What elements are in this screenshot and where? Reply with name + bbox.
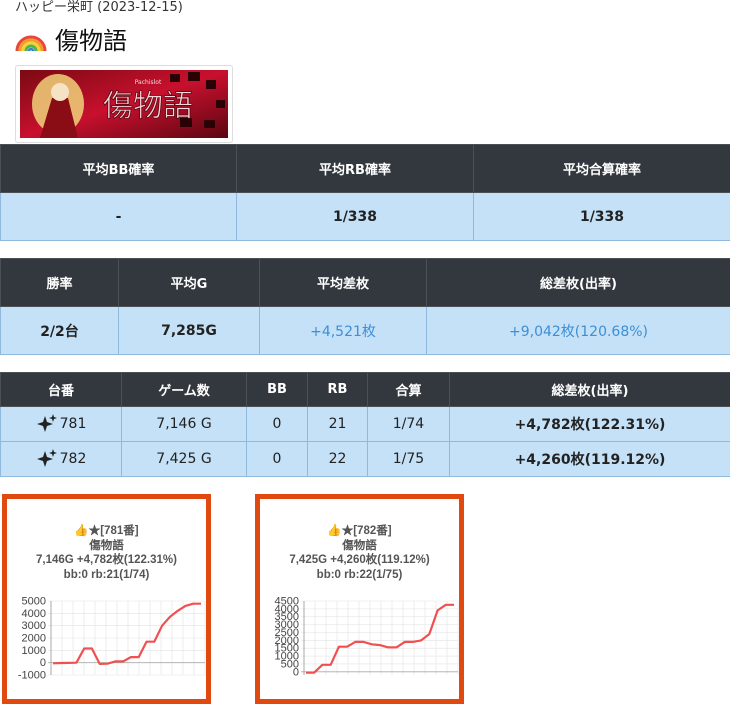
header-avg-bb: 平均BB確率 xyxy=(0,144,237,193)
header-machine-diff: 総差枚(出率) xyxy=(449,372,730,407)
bb-cell: 0 xyxy=(246,406,308,442)
games-cell: 7,146 G xyxy=(121,406,247,442)
rb-cell: 22 xyxy=(307,441,368,477)
header-total-diff: 総差枚(出率) xyxy=(426,258,730,307)
series-line xyxy=(52,602,201,666)
value-total-diff: +9,042枚(120.68%) xyxy=(426,306,730,355)
games-cell: 7,425 G xyxy=(121,441,247,477)
page-title: 傷物語 xyxy=(55,27,127,55)
bb-cell: 0 xyxy=(246,441,308,477)
header-avg-games: 平均G xyxy=(118,258,260,307)
banner-main-text: 傷物語 xyxy=(103,89,193,124)
machine-number-cell[interactable]: 782 xyxy=(0,441,122,477)
header-avg-diff: 平均差枚 xyxy=(259,258,427,307)
machine-table: 台番 ゲーム数 BB RB 合算 総差枚(出率) 781 7,146 G 0 2… xyxy=(0,372,730,477)
machine-number-cell[interactable]: 781 xyxy=(0,406,122,442)
slump-graph-782: 450040003500300025002000150010005000 xyxy=(275,597,459,678)
graph-card-stats: 7,425G +4,260枚(119.12%) xyxy=(289,554,430,566)
diff-cell: +4,260枚(119.12%) xyxy=(449,441,730,477)
total-prob-cell: 1/74 xyxy=(367,406,450,442)
machine-banner[interactable]: 傷物語 Pachislot xyxy=(15,65,233,143)
y-tick-label: 2000 xyxy=(22,633,46,645)
breadcrumb: ハッピー栄町 (2023-12-15) xyxy=(15,0,183,15)
header-avg-rb: 平均RB確率 xyxy=(236,144,474,193)
graph-card-machine-name: 傷物語 xyxy=(89,539,124,552)
sparkle-icon xyxy=(36,414,57,432)
table-row[interactable]: 782 7,425 G 0 22 1/75 +4,260枚(119.12%) xyxy=(0,441,730,477)
graph-card-stats: 7,146G +4,782枚(122.31%) xyxy=(36,554,177,566)
page-title-row: 傷物語 xyxy=(15,24,127,58)
y-tick-label: 4000 xyxy=(22,608,46,620)
graph-card-header: 👍★[782番] 傷物語 7,425G +4,260枚(119.12%) bb:… xyxy=(260,524,459,582)
y-tick-label: 0 xyxy=(40,657,46,669)
machine-banner-image: 傷物語 Pachislot xyxy=(20,70,228,138)
value-avg-bb: - xyxy=(0,192,237,241)
rb-cell: 21 xyxy=(307,406,368,442)
graph-card-bonus: bb:0 rb:21(1/74) xyxy=(63,568,150,581)
sparkle-icon xyxy=(36,449,57,467)
machine-number[interactable]: 781 xyxy=(60,416,87,432)
series-line xyxy=(306,603,454,674)
banner-sub-text: Pachislot xyxy=(135,79,162,86)
header-bb: BB xyxy=(246,372,308,407)
header-win-rate: 勝率 xyxy=(0,258,119,307)
y-tick-label: 3000 xyxy=(22,620,46,632)
graph-card-782[interactable]: 👍★[782番] 傷物語 7,425G +4,260枚(119.12%) bb:… xyxy=(255,494,464,704)
value-avg-games: 7,285G xyxy=(118,306,260,355)
header-games: ゲーム数 xyxy=(121,372,247,407)
table-row[interactable]: 781 7,146 G 0 21 1/74 +4,782枚(122.31%) xyxy=(0,406,730,442)
header-rb: RB xyxy=(307,372,368,407)
header-total-prob: 合算 xyxy=(367,372,450,407)
graph-card-machine-name: 傷物語 xyxy=(342,539,377,552)
result-summary-table: 勝率 平均G 平均差枚 総差枚(出率) 2/2台 7,285G +4,521枚 … xyxy=(0,258,730,355)
y-tick-label: 5000 xyxy=(22,597,46,608)
y-tick-label: -1000 xyxy=(18,670,46,682)
header-avg-total: 平均合算確率 xyxy=(473,144,730,193)
diff-cell: +4,782枚(122.31%) xyxy=(449,406,730,442)
value-avg-diff: +4,521枚 xyxy=(259,306,427,355)
graph-card-machine-label: 👍★[781番] xyxy=(74,525,139,537)
value-avg-rb: 1/338 xyxy=(236,192,474,241)
value-win-rate: 2/2台 xyxy=(0,306,119,355)
slump-graph-781: 500040003000200010000-1000 xyxy=(18,597,206,682)
graph-card-machine-label: 👍★[782番] xyxy=(327,525,392,537)
y-tick-label: 1000 xyxy=(22,645,46,657)
probability-summary-table: 平均BB確率 平均RB確率 平均合算確率 - 1/338 1/338 xyxy=(0,144,730,241)
graph-card-header: 👍★[781番] 傷物語 7,146G +4,782枚(122.31%) bb:… xyxy=(7,524,206,582)
y-tick-label: 0 xyxy=(293,666,299,678)
header-machine-number: 台番 xyxy=(0,372,122,407)
graph-card-781[interactable]: 👍★[781番] 傷物語 7,146G +4,782枚(122.31%) bb:… xyxy=(2,494,211,704)
graph-card-bonus: bb:0 rb:22(1/75) xyxy=(316,568,403,581)
machine-number[interactable]: 782 xyxy=(60,451,87,467)
total-prob-cell: 1/75 xyxy=(367,441,450,477)
value-avg-total: 1/338 xyxy=(473,192,730,241)
rainbow-icon xyxy=(15,35,47,52)
